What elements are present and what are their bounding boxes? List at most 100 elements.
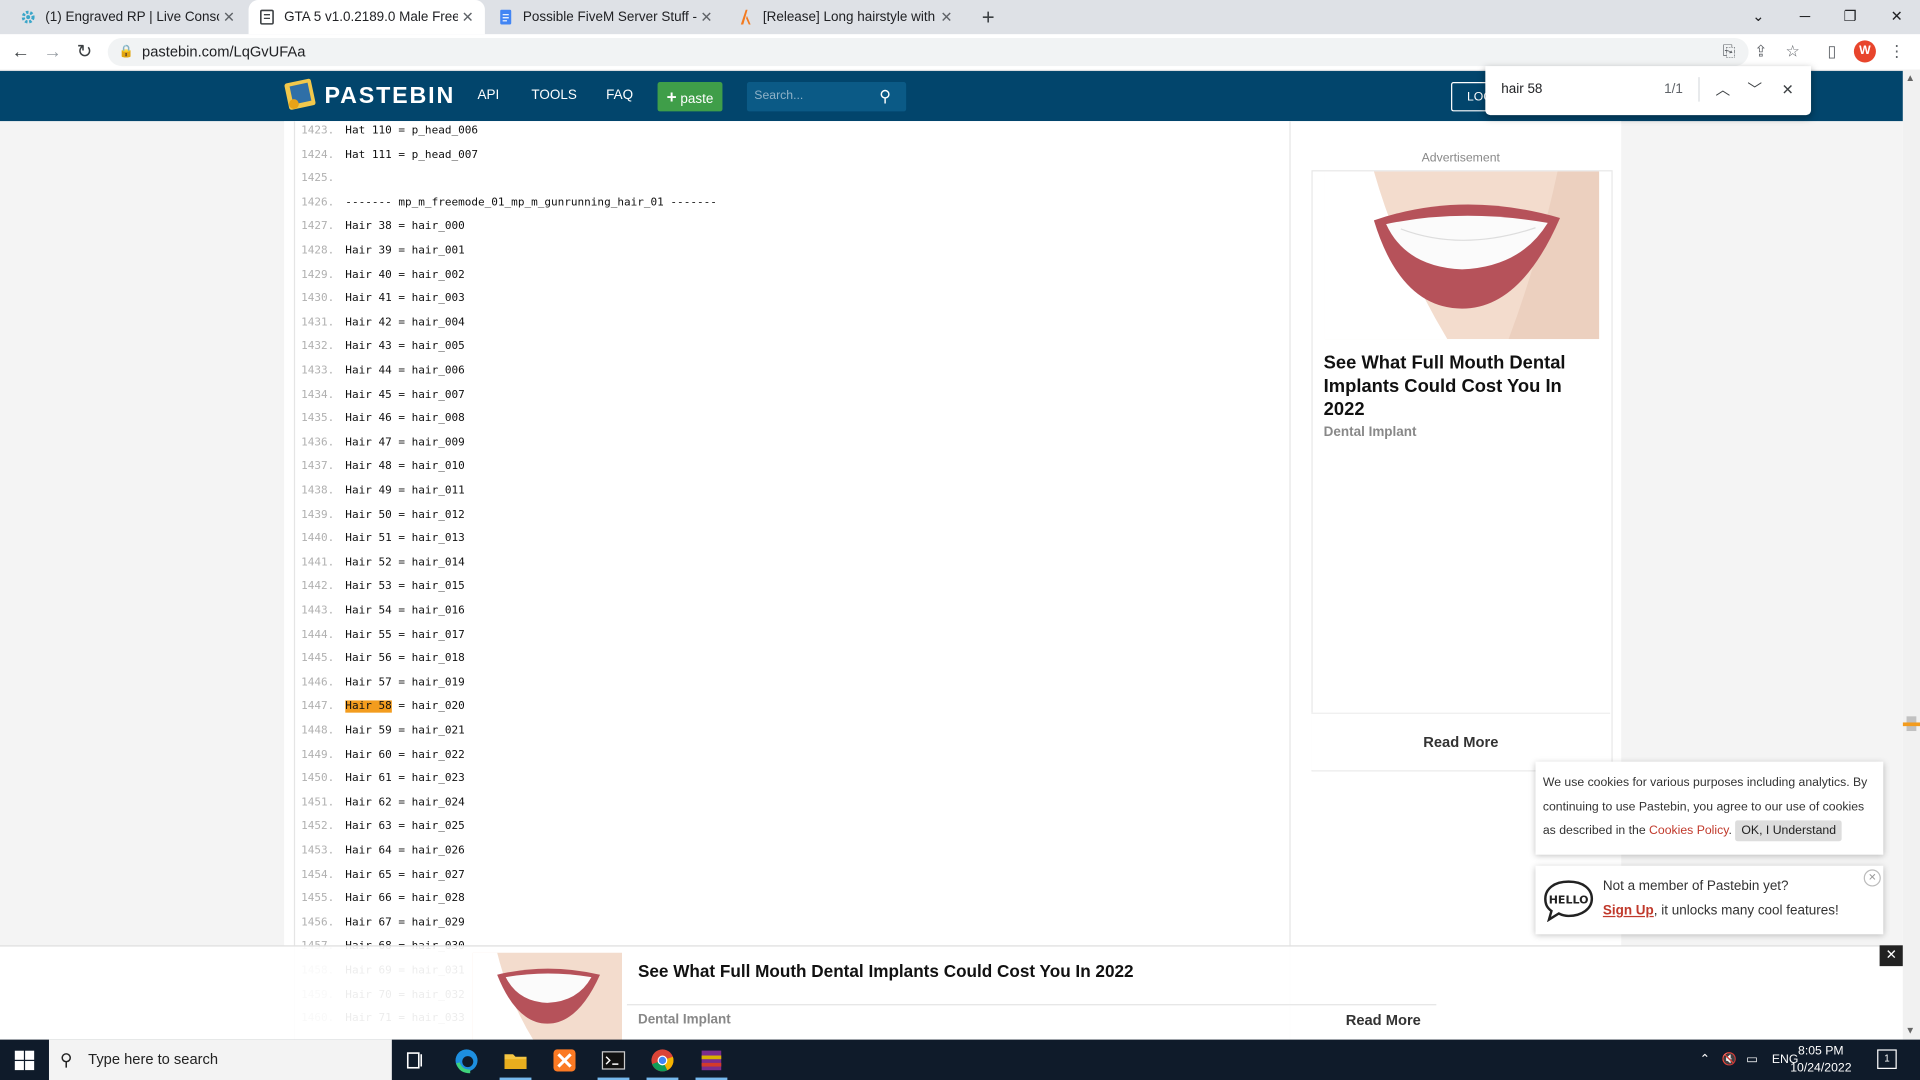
- pastebin-search-input[interactable]: Search... ⚲: [746, 82, 907, 112]
- code-line: 1449. Hair 60 = hair_022: [295, 744, 1289, 768]
- line-number: 1438.: [301, 484, 335, 498]
- line-number: 1447.: [301, 700, 335, 714]
- tab-title: [Release] Long hairstyle with rose: [762, 9, 937, 25]
- code-line: 1453. Hair 64 = hair_026: [295, 840, 1289, 864]
- pastebin-logo-icon[interactable]: [284, 77, 318, 111]
- code-line: 1446. Hair 57 = hair_019: [295, 672, 1289, 696]
- code-line: 1455. Hair 66 = hair_028: [295, 888, 1289, 912]
- nav-tools[interactable]: TOOLS: [531, 88, 576, 103]
- tab-title: (1) Engraved RP | Live Console: [45, 9, 220, 25]
- edge-icon[interactable]: [453, 1047, 480, 1074]
- browser-tab-active[interactable]: GTA 5 v1.0.2189.0 Male Freemode ✕: [248, 0, 485, 35]
- ad-title[interactable]: See What Full Mouth Dental Implants Coul…: [1324, 351, 1601, 421]
- cookies-policy-link[interactable]: Cookies Policy: [1649, 824, 1728, 837]
- tab-search-icon[interactable]: ⌄: [1736, 0, 1780, 34]
- code-text: Hair 38 = hair_000: [345, 220, 465, 234]
- code-line: 1448. Hair 59 = hair_021: [295, 720, 1289, 744]
- pastebin-brand[interactable]: PASTEBIN: [324, 83, 455, 110]
- search-icon: ⚲: [60, 1049, 73, 1069]
- line-number: 1432.: [301, 340, 335, 354]
- notification-icon[interactable]: 1: [1877, 1049, 1897, 1069]
- back-arrow-icon[interactable]: ←: [7, 39, 34, 66]
- search-icon[interactable]: ⚲: [879, 82, 891, 111]
- browser-tab[interactable]: [Release] Long hairstyle with rose ✕: [727, 0, 963, 34]
- chevron-down-icon[interactable]: ﹀: [1745, 80, 1765, 100]
- find-highlight: Hair 58: [345, 700, 392, 714]
- find-in-page-icon[interactable]: ⎘: [1718, 40, 1740, 62]
- forward-arrow-icon[interactable]: →: [39, 39, 66, 66]
- chevron-up-icon[interactable]: ⌃: [1700, 1040, 1710, 1080]
- code-line: 1428. Hair 39 = hair_001: [295, 240, 1289, 264]
- close-icon[interactable]: ✕: [458, 9, 478, 26]
- task-view-icon[interactable]: [403, 1047, 430, 1074]
- code-line: 1429. Hair 40 = hair_002: [295, 264, 1289, 288]
- line-number: 1424.: [301, 148, 335, 162]
- bottom-ad-read-more[interactable]: Read More: [1346, 1011, 1421, 1028]
- ad-smile-image: [472, 952, 623, 1041]
- profile-avatar[interactable]: W: [1853, 40, 1876, 63]
- chevron-up-icon[interactable]: ︿: [1713, 80, 1733, 100]
- browser-tab[interactable]: (1) Engraved RP | Live Console ✕: [10, 0, 246, 34]
- star-bookmark-icon[interactable]: ☆: [1782, 40, 1804, 62]
- screen: (1) Engraved RP | Live Console ✕ GTA 5 v…: [0, 0, 1920, 1080]
- xampp-icon[interactable]: [551, 1047, 578, 1074]
- reload-icon[interactable]: ↻: [71, 39, 98, 66]
- ad-sponsor: Dental Implant: [1323, 424, 1417, 440]
- accept-cookies-button[interactable]: OK, I Understand: [1735, 820, 1843, 842]
- file-explorer-icon[interactable]: [502, 1047, 529, 1074]
- code-text: Hair 54 = hair_016: [345, 604, 465, 618]
- code-text: ------- mp_m_freemode_01_mp_m_gunrunning…: [345, 196, 717, 210]
- taskbar-clock[interactable]: 8:05 PM 10/24/2022: [1790, 1043, 1851, 1077]
- scroll-down-arrow-icon[interactable]: ▼: [1905, 1025, 1915, 1036]
- restore-button[interactable]: ❐: [1828, 0, 1872, 34]
- close-window-button[interactable]: ✕: [1875, 0, 1919, 34]
- line-number: 1439.: [301, 508, 335, 522]
- taskbar-search-input[interactable]: ⚲ Type here to search: [48, 1039, 392, 1080]
- close-icon[interactable]: ✕: [697, 9, 717, 26]
- menu-dots-icon[interactable]: ⋮: [1886, 40, 1908, 62]
- line-number: 1449.: [301, 748, 335, 762]
- url-text: pastebin.com/LqGvUFAa: [142, 42, 306, 61]
- line-number: 1451.: [301, 796, 335, 810]
- side-panel-icon[interactable]: ▯: [1821, 40, 1843, 62]
- page-scrollbar[interactable]: ▲ ▼: [1902, 69, 1920, 1040]
- code-line: 1432. Hair 43 = hair_005: [295, 336, 1289, 360]
- code-text: Hair 64 = hair_026: [345, 844, 465, 858]
- winrar-icon[interactable]: [698, 1047, 725, 1074]
- terminal-icon[interactable]: [600, 1047, 627, 1074]
- new-paste-button[interactable]: + paste: [657, 82, 723, 112]
- share-icon[interactable]: ⇪: [1750, 40, 1772, 62]
- line-number: 1435.: [301, 412, 335, 426]
- nav-api[interactable]: API: [478, 88, 500, 103]
- line-number: 1448.: [301, 724, 335, 738]
- address-bar[interactable]: 🔒 pastebin.com/LqGvUFAa: [107, 37, 1749, 67]
- code-line: 1441. Hair 52 = hair_014: [295, 552, 1289, 576]
- clock-time: 8:05 PM: [1798, 1044, 1844, 1058]
- minimize-button[interactable]: ─: [1783, 0, 1827, 34]
- windows-start-icon[interactable]: [14, 1050, 35, 1071]
- browser-tab[interactable]: Possible FiveM Server Stuff - Google Doc…: [487, 0, 723, 34]
- signup-link[interactable]: Sign Up: [1603, 904, 1654, 919]
- close-icon[interactable]: ✕: [219, 9, 239, 26]
- bottom-sticky-ad[interactable]: See What Full Mouth Dental Implants Coul…: [0, 945, 1903, 1041]
- plus-icon: +: [666, 86, 677, 107]
- close-icon[interactable]: ✕: [1778, 80, 1798, 100]
- close-icon[interactable]: ✕: [1879, 945, 1903, 967]
- sidebar-ad[interactable]: See What Full Mouth Dental Implants Coul…: [1311, 170, 1613, 772]
- close-icon[interactable]: ✕: [1863, 869, 1881, 887]
- new-tab-button[interactable]: +: [976, 5, 1000, 29]
- line-number: 1427.: [301, 220, 335, 234]
- nav-faq[interactable]: FAQ: [606, 88, 633, 103]
- line-number: 1452.: [301, 820, 335, 834]
- close-icon[interactable]: ✕: [937, 9, 957, 26]
- bottom-ad-title[interactable]: See What Full Mouth Dental Implants Coul…: [638, 961, 1134, 981]
- find-input[interactable]: hair 58: [1501, 82, 1542, 97]
- code-line: 1450. Hair 61 = hair_023: [295, 768, 1289, 792]
- code-text: Hair 51 = hair_013: [345, 532, 465, 546]
- line-number: 1453.: [301, 844, 335, 858]
- line-number: 1443.: [301, 604, 335, 618]
- network-icon[interactable]: ▭: [1746, 1040, 1758, 1080]
- volume-muted-icon[interactable]: 🔇: [1722, 1040, 1737, 1080]
- chrome-icon[interactable]: [649, 1047, 676, 1074]
- scroll-up-arrow-icon[interactable]: ▲: [1905, 72, 1915, 83]
